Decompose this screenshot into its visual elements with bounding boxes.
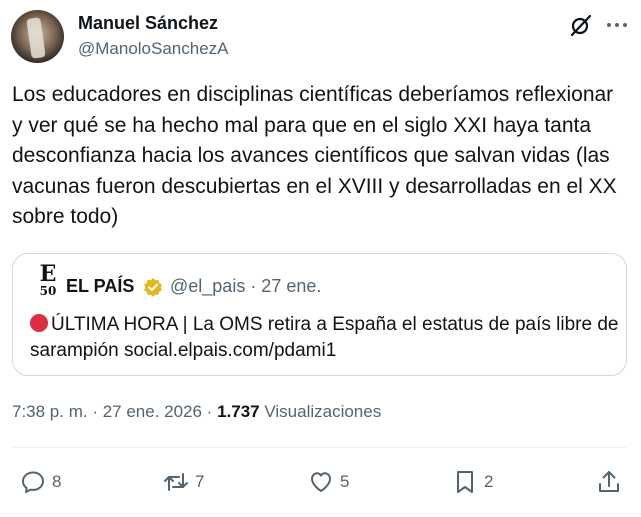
reply-count: 8 <box>52 472 62 491</box>
bookmark-count: 2 <box>484 472 494 491</box>
breaking-red-dot-icon <box>30 314 48 332</box>
bottom-divider <box>0 513 641 514</box>
heart-icon <box>311 472 331 492</box>
avatar[interactable] <box>11 10 64 63</box>
tweet-text: Los educadores en disciplinas científica… <box>12 83 617 228</box>
tweet-timestamp[interactable]: 7:38 p. m. · 27 ene. 2026 · <box>12 402 217 421</box>
logo-number: 50 <box>39 284 57 298</box>
logo-letter: E <box>39 261 57 287</box>
views-label: Visualizaciones <box>259 402 382 421</box>
bookmark-icon <box>457 471 473 493</box>
views-count: 1.737 <box>217 402 260 421</box>
quote-handle-date[interactable]: @el_pais · 27 ene. <box>170 275 321 297</box>
repost-icon <box>164 473 188 491</box>
repost-count: 7 <box>195 472 205 491</box>
reply-icon <box>22 471 44 493</box>
quote-author-name[interactable]: EL PAÍS <box>66 275 134 297</box>
tweet-meta: 7:38 p. m. · 27 ene. 2026 · 1.737 Visual… <box>12 401 381 423</box>
like-button[interactable]: 5 <box>308 466 349 498</box>
more-options-button[interactable] <box>604 12 630 38</box>
divider <box>12 447 627 448</box>
share-button[interactable] <box>596 466 622 498</box>
like-count: 5 <box>340 472 350 491</box>
quoted-tweet[interactable]: E 50 EL PAÍS @el_pais · 27 ene. ÚLTIMA H… <box>12 253 627 376</box>
repost-button[interactable]: 7 <box>163 466 204 498</box>
action-bar: 8 7 5 2 <box>0 466 641 500</box>
grok-icon <box>570 14 592 37</box>
author-name[interactable]: Manuel Sánchez <box>78 12 218 34</box>
share-icon <box>599 471 619 492</box>
reply-button[interactable]: 8 <box>20 466 61 498</box>
quote-text: ÚLTIMA HORA | La OMS retira a España el … <box>30 314 619 361</box>
bookmark-button[interactable]: 2 <box>452 466 493 498</box>
grok-button[interactable] <box>568 12 594 38</box>
more-dots-icon <box>607 23 627 27</box>
author-handle[interactable]: @ManoloSanchezA <box>78 38 229 60</box>
el-pais-logo: E 50 <box>37 261 59 300</box>
verified-badge-icon <box>144 278 162 297</box>
quote-text-wrapper: ÚLTIMA HORA | La OMS retira a España el … <box>30 312 620 364</box>
